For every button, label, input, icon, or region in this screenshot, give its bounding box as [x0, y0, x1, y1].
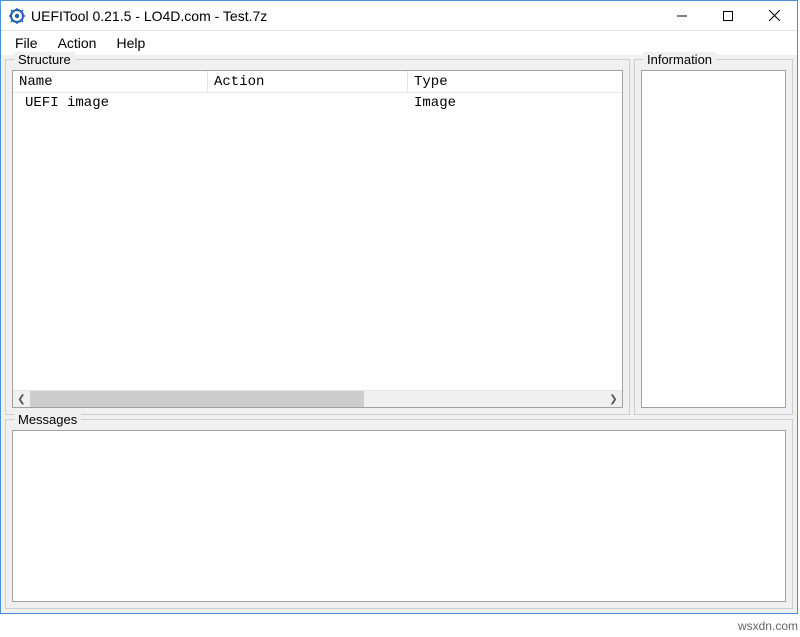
information-content[interactable] [641, 70, 786, 408]
structure-tree[interactable]: Name Action Type UEFI image Image ❮ [12, 70, 623, 408]
minimize-icon [677, 11, 687, 21]
tree-cell-name: UEFI image [13, 95, 208, 111]
scroll-right-arrow-icon[interactable]: ❯ [605, 391, 622, 408]
scroll-thumb[interactable] [30, 391, 364, 407]
close-icon [769, 10, 780, 21]
messages-panel: Messages [5, 419, 793, 609]
scroll-left-arrow-icon[interactable]: ❮ [13, 391, 30, 408]
menu-help[interactable]: Help [106, 33, 155, 53]
structure-panel: Structure Name Action Type UEFI image Im… [5, 59, 630, 415]
column-header-type[interactable]: Type [408, 71, 622, 92]
tree-body: UEFI image Image [13, 93, 622, 113]
window-title: UEFITool 0.21.5 - LO4D.com - Test.7z [31, 8, 659, 24]
tree-row[interactable]: UEFI image Image [13, 93, 622, 113]
column-header-action[interactable]: Action [208, 71, 408, 92]
app-window: UEFITool 0.21.5 - LO4D.com - Test.7z Fil… [0, 0, 798, 614]
upper-row: Structure Name Action Type UEFI image Im… [5, 59, 793, 415]
window-controls [659, 1, 797, 30]
horizontal-scrollbar[interactable]: ❮ ❯ [13, 390, 622, 407]
information-panel: Information [634, 59, 793, 415]
column-header-name[interactable]: Name [13, 71, 208, 92]
messages-content[interactable] [12, 430, 786, 602]
menu-action[interactable]: Action [48, 33, 107, 53]
app-icon [9, 8, 25, 24]
watermark: wsxdn.com [738, 619, 798, 633]
maximize-button[interactable] [705, 1, 751, 30]
tree-header[interactable]: Name Action Type [13, 71, 622, 93]
maximize-icon [723, 11, 733, 21]
information-label: Information [643, 52, 716, 67]
menu-file[interactable]: File [5, 33, 48, 53]
titlebar[interactable]: UEFITool 0.21.5 - LO4D.com - Test.7z [1, 1, 797, 31]
structure-label: Structure [14, 52, 75, 67]
scroll-track[interactable] [30, 391, 605, 407]
close-button[interactable] [751, 1, 797, 30]
messages-label: Messages [14, 412, 81, 427]
minimize-button[interactable] [659, 1, 705, 30]
client-area: Structure Name Action Type UEFI image Im… [1, 55, 797, 613]
tree-cell-type: Image [408, 95, 622, 111]
